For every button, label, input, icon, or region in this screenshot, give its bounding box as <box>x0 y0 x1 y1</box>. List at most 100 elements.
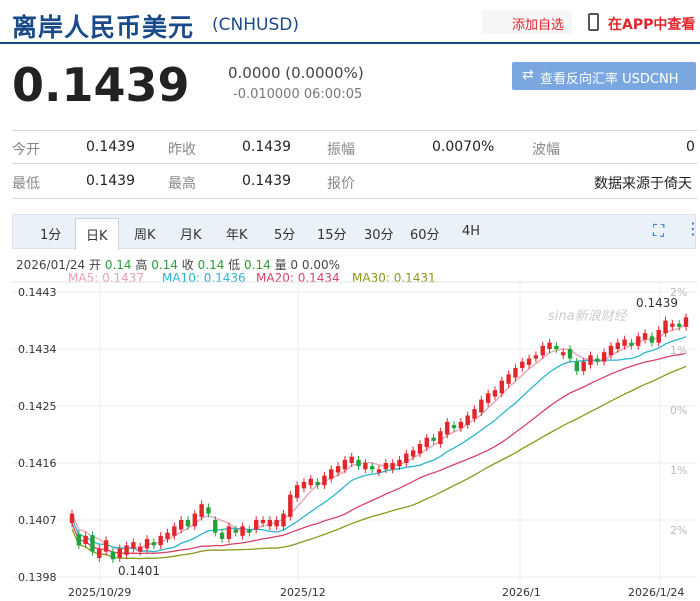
candle-body <box>676 323 682 327</box>
candle-body <box>281 513 286 527</box>
candle-body <box>206 507 211 514</box>
candle-body <box>356 459 361 467</box>
candle-body <box>369 466 375 470</box>
candle-body <box>178 520 184 530</box>
x-tick-label: 2025/10/29 <box>68 586 131 599</box>
candle-body <box>192 513 197 527</box>
candle-body <box>622 339 627 346</box>
candle-body <box>254 520 259 530</box>
candle-body <box>438 431 443 444</box>
candle-body <box>554 345 559 349</box>
candle-body <box>103 540 109 552</box>
candle-body <box>465 415 470 425</box>
candle-body <box>492 390 498 397</box>
candle-body <box>138 546 143 552</box>
candle-body <box>670 323 675 327</box>
candle-body <box>506 374 511 384</box>
candle-body <box>301 482 307 489</box>
candle-body <box>260 520 266 524</box>
candle-body <box>595 358 600 362</box>
ma-line-5 <box>71 323 687 551</box>
y-tick-label: 0.1398 <box>18 571 57 584</box>
candle-body <box>151 542 157 546</box>
y-tick-label: 0.1443 <box>18 286 57 299</box>
candle-body <box>513 368 518 378</box>
candle-body <box>213 520 218 533</box>
candle-body <box>383 463 389 470</box>
min-annotation: 0.1401 <box>118 564 160 578</box>
candle-body <box>561 352 566 356</box>
ma-line-20 <box>71 352 687 555</box>
candle-body <box>76 533 82 546</box>
candle-body <box>663 320 668 334</box>
candle-body <box>322 475 327 486</box>
y-tick-label: 0.1416 <box>18 457 57 470</box>
max-annotation: 0.1439 <box>636 296 678 310</box>
candle-body <box>472 409 477 419</box>
candle-body <box>144 539 150 549</box>
candle-body <box>83 535 88 545</box>
x-tick-label: 2026/1 <box>502 586 541 599</box>
y-tick-label-right: 2% <box>670 524 687 537</box>
candle-body <box>499 380 504 394</box>
candle-body <box>349 456 354 463</box>
y-tick-label: 0.1434 <box>18 343 57 356</box>
candle-body <box>479 399 484 413</box>
candle-body <box>69 513 75 524</box>
candle-body <box>233 529 238 533</box>
x-tick-label: 2025/12 <box>280 586 326 599</box>
candle-body <box>629 342 634 346</box>
candle-body <box>410 450 416 457</box>
candle-body <box>520 361 525 368</box>
candle-body <box>165 532 170 539</box>
candle-body <box>404 453 409 463</box>
candle-body <box>451 425 457 429</box>
candle-body <box>329 469 334 479</box>
candle-body <box>247 529 252 533</box>
candle-body <box>574 361 580 372</box>
watermark: sina新浪财经 <box>548 308 629 324</box>
candle-body <box>90 535 95 552</box>
candle-body <box>110 551 116 560</box>
candle-body <box>601 352 607 362</box>
candle-body <box>431 437 436 441</box>
candle-body <box>547 342 552 349</box>
x-tick-label: 2026/1/24 <box>628 586 684 599</box>
y-tick-label-right: 1% <box>670 464 687 477</box>
candle-body <box>117 548 122 558</box>
candle-body <box>458 421 464 429</box>
candle-body <box>288 494 293 517</box>
candle-body <box>608 345 614 356</box>
candle-body <box>417 444 423 454</box>
candle-body <box>376 469 382 473</box>
candle-body <box>581 361 586 372</box>
candle-body <box>158 535 163 546</box>
y-tick-label: 0.1425 <box>18 400 57 413</box>
candle-body <box>308 478 313 486</box>
candlestick-chart[interactable]: 0.1443 0.1434 0.1425 0.1416 0.1407 0.1398 2% 1%… <box>0 0 700 601</box>
candle-body <box>342 459 348 470</box>
candle-body <box>526 358 532 365</box>
candle-body <box>397 459 402 467</box>
candle-body <box>172 526 177 536</box>
candle-body <box>363 463 368 470</box>
candle-body <box>533 355 539 359</box>
candle-body <box>567 349 573 359</box>
candle-body <box>390 463 395 470</box>
candle-body <box>274 520 279 527</box>
candle-body <box>642 333 648 340</box>
y-tick-label-right: 1% <box>670 344 687 357</box>
candle-body <box>267 520 273 527</box>
candle-body <box>649 336 655 343</box>
candle-body <box>199 504 204 517</box>
candle-body <box>97 548 102 558</box>
candle-body <box>185 520 191 527</box>
candle-body <box>615 342 620 349</box>
candle-body <box>540 345 545 356</box>
candle-body <box>124 545 129 555</box>
candle-body <box>240 526 245 536</box>
candle-body <box>683 317 689 327</box>
candle-body <box>445 421 450 435</box>
candle-body <box>335 466 341 473</box>
candle-body <box>588 355 593 365</box>
